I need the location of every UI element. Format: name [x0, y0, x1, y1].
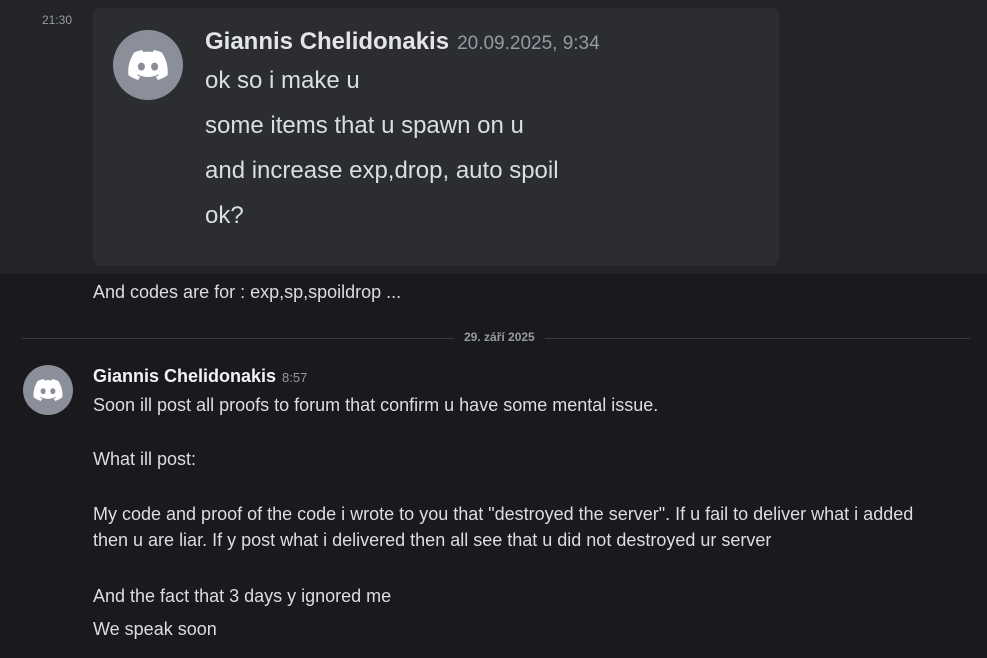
message-author-name[interactable]: Giannis Chelidonakis — [93, 366, 276, 386]
forwarded-message-embed[interactable]: Giannis Chelidonakis 20.09.2025, 9:34 ok … — [93, 8, 779, 266]
message-text: Soon ill post all proofs to forum that c… — [93, 395, 659, 415]
message-header: Giannis Chelidonakis 8:57 — [93, 366, 307, 387]
message-text: And codes are for : exp,sp,spoildrop ... — [93, 282, 402, 302]
embed-date: 20.09.2025, 9:34 — [457, 33, 600, 54]
message-text: then u are liar. If y post what i delive… — [93, 530, 772, 550]
message-text: My code and proof of the code i wrote to… — [93, 504, 914, 524]
chat-window: 21:30 Giannis Chelidonakis 20.09.2025, 9:… — [0, 0, 987, 658]
embed-author-name[interactable]: Giannis Chelidonakis — [205, 28, 449, 55]
message-text: What ill post: — [93, 449, 197, 469]
message-time: 8:57 — [282, 370, 308, 385]
message-text: And the fact that 3 days y ignored me — [93, 586, 392, 606]
message-timestamp: 21:30 — [42, 13, 73, 27]
discord-logo-icon — [113, 30, 183, 100]
avatar[interactable] — [23, 365, 73, 415]
embed-text-line: ok so i make u — [205, 67, 360, 94]
embed-text-line: and increase exp,drop, auto spoil — [205, 157, 559, 184]
embed-text-line: some items that u spawn on u — [205, 112, 524, 139]
message-text: We speak soon — [93, 619, 217, 639]
embed-header: Giannis Chelidonakis 20.09.2025, 9:34 — [205, 28, 600, 56]
embed-text-line: ok? — [205, 202, 244, 229]
discord-logo-icon — [33, 379, 63, 401]
date-divider-label: 29. září 2025 — [454, 330, 545, 344]
